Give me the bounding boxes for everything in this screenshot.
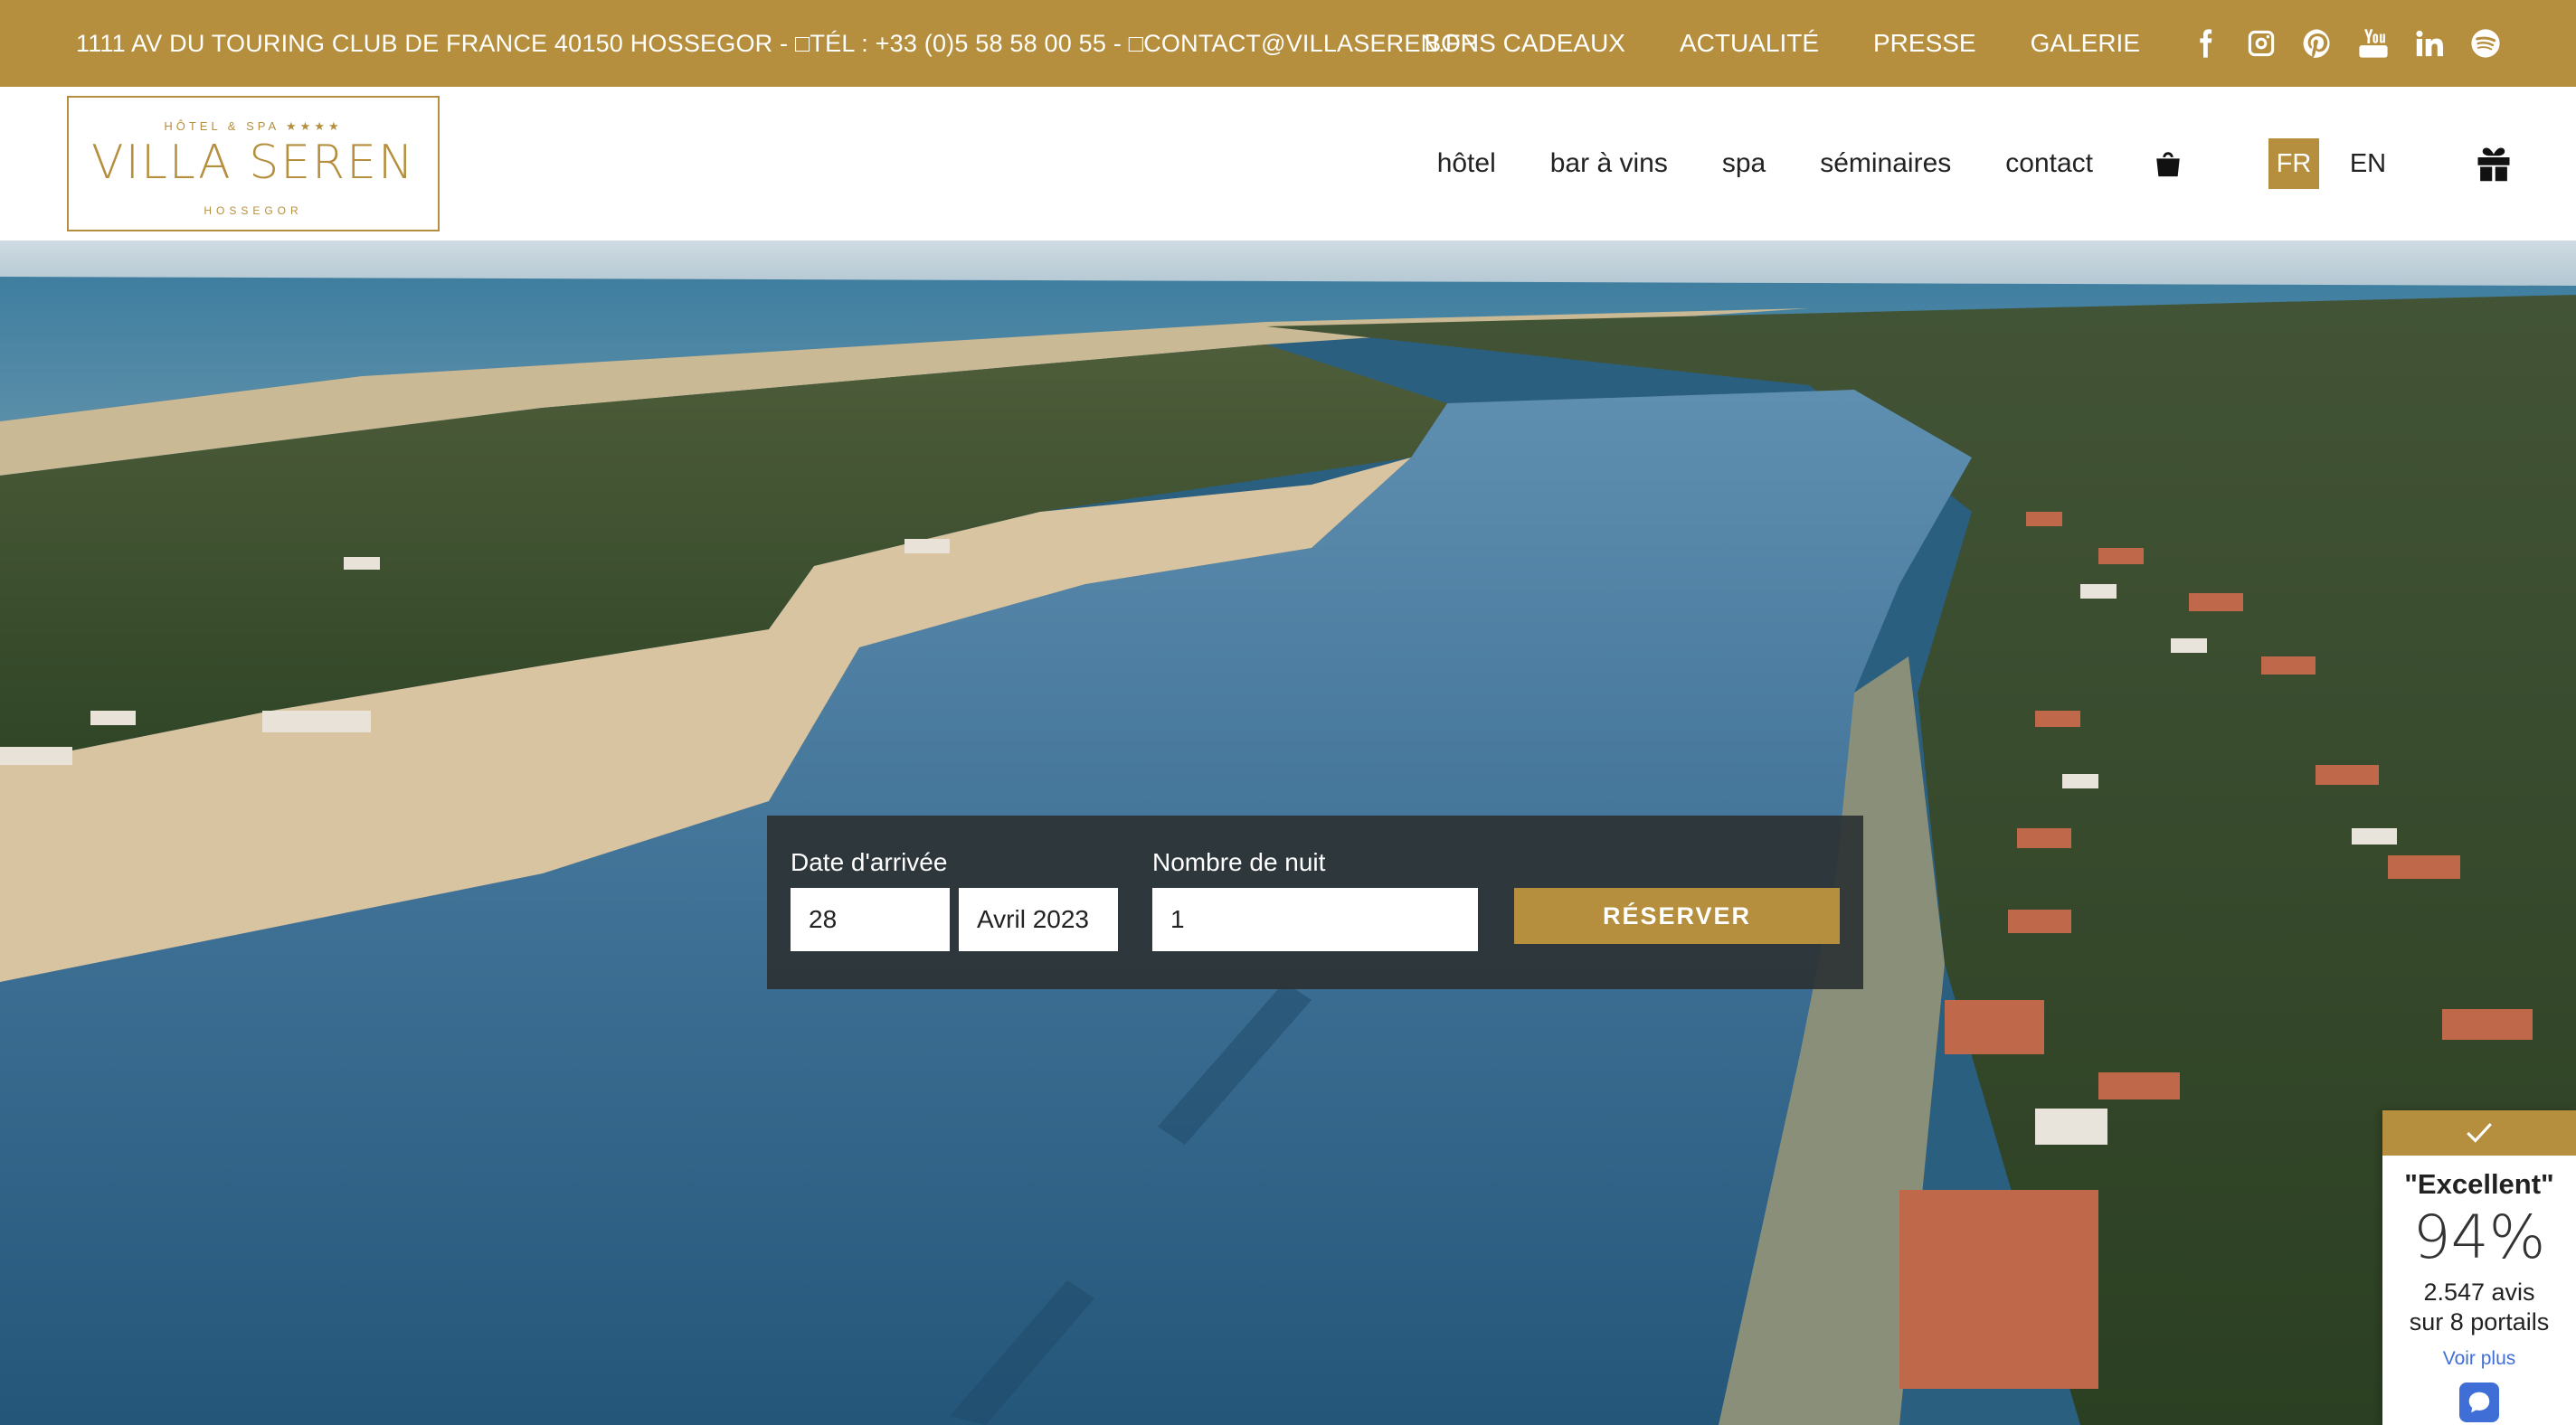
language-fr[interactable]: FR [2268, 138, 2319, 189]
pinterest-icon[interactable] [2299, 25, 2335, 61]
spotify-icon[interactable] [2467, 25, 2504, 61]
top-link-presse[interactable]: PRESSE [1873, 29, 1976, 58]
top-link-actualite[interactable]: ACTUALITÉ [1680, 29, 1819, 58]
social-links [2167, 25, 2504, 61]
shopping-bag-icon[interactable] [2153, 148, 2183, 179]
contact-address: 1111 AV DU TOURING CLUB DE FRANCE 40150 … [76, 29, 1479, 57]
booking-widget: Date d'arrivée 28 Avril 2023 Nombre de n… [767, 816, 1863, 989]
rating-badge[interactable]: "Excellent" 94% 2.547 avis sur 8 portail… [2382, 1110, 2576, 1425]
youtube-icon[interactable] [2355, 25, 2391, 61]
top-navigation: BONS CADEAUX ACTUALITÉ PRESSE GALERIE [1424, 0, 2576, 87]
rating-score: 94% [2412, 1203, 2546, 1272]
gift-icon[interactable] [2475, 145, 2513, 183]
nav-item-contact[interactable]: contact [2005, 148, 2093, 179]
nights-label: Nombre de nuit [1152, 848, 1326, 876]
language-en[interactable]: EN [2343, 138, 2393, 189]
checkmark-icon [2467, 1123, 2492, 1143]
top-bar: 1111 AV DU TOURING CLUB DE FRANCE 40150 … [0, 0, 2576, 87]
site-header: HÔTEL & SPA ★★★★ VILLA SEREN HOSSEGOR hô… [0, 87, 2576, 241]
instagram-icon[interactable] [2243, 25, 2279, 61]
logo-location: HOSSEGOR [204, 204, 303, 217]
rating-reviews-count: 2.547 avis [2423, 1279, 2535, 1306]
reserve-button[interactable]: RÉSERVER [1514, 888, 1840, 944]
logo-name: VILLA SEREN [91, 136, 415, 190]
see-more-link[interactable]: Voir plus [2382, 1348, 2576, 1370]
nav-item-seminaires[interactable]: séminaires [1820, 148, 1951, 179]
villa-seren-logo[interactable]: HÔTEL & SPA ★★★★ VILLA SEREN HOSSEGOR [67, 96, 440, 231]
chat-icon[interactable] [2459, 1383, 2499, 1422]
rating-portals-count: sur 8 portails [2409, 1308, 2550, 1335]
nights-input[interactable]: 1 [1152, 888, 1478, 951]
nav-item-spa[interactable]: spa [1722, 148, 1766, 179]
arrival-date-label: Date d'arrivée [791, 848, 948, 876]
arrival-month-select[interactable]: Avril 2023 [959, 888, 1118, 951]
arrival-day-input[interactable]: 28 [791, 888, 950, 951]
rating-label: "Excellent" [2404, 1168, 2554, 1200]
nav-item-bar-a-vins[interactable]: bar à vins [1550, 148, 1668, 179]
top-link-bons-cadeaux[interactable]: BONS CADEAUX [1424, 29, 1625, 58]
badge-header [2382, 1110, 2576, 1156]
linkedin-icon[interactable] [2411, 25, 2448, 61]
top-link-galerie[interactable]: GALERIE [2031, 29, 2140, 58]
main-navigation: hôtel bar à vins spa séminaires contact … [1437, 87, 2576, 241]
logo-tagline: HÔTEL & SPA ★★★★ [164, 119, 343, 133]
nav-item-hotel[interactable]: hôtel [1437, 148, 1496, 179]
facebook-icon[interactable] [2187, 25, 2223, 61]
